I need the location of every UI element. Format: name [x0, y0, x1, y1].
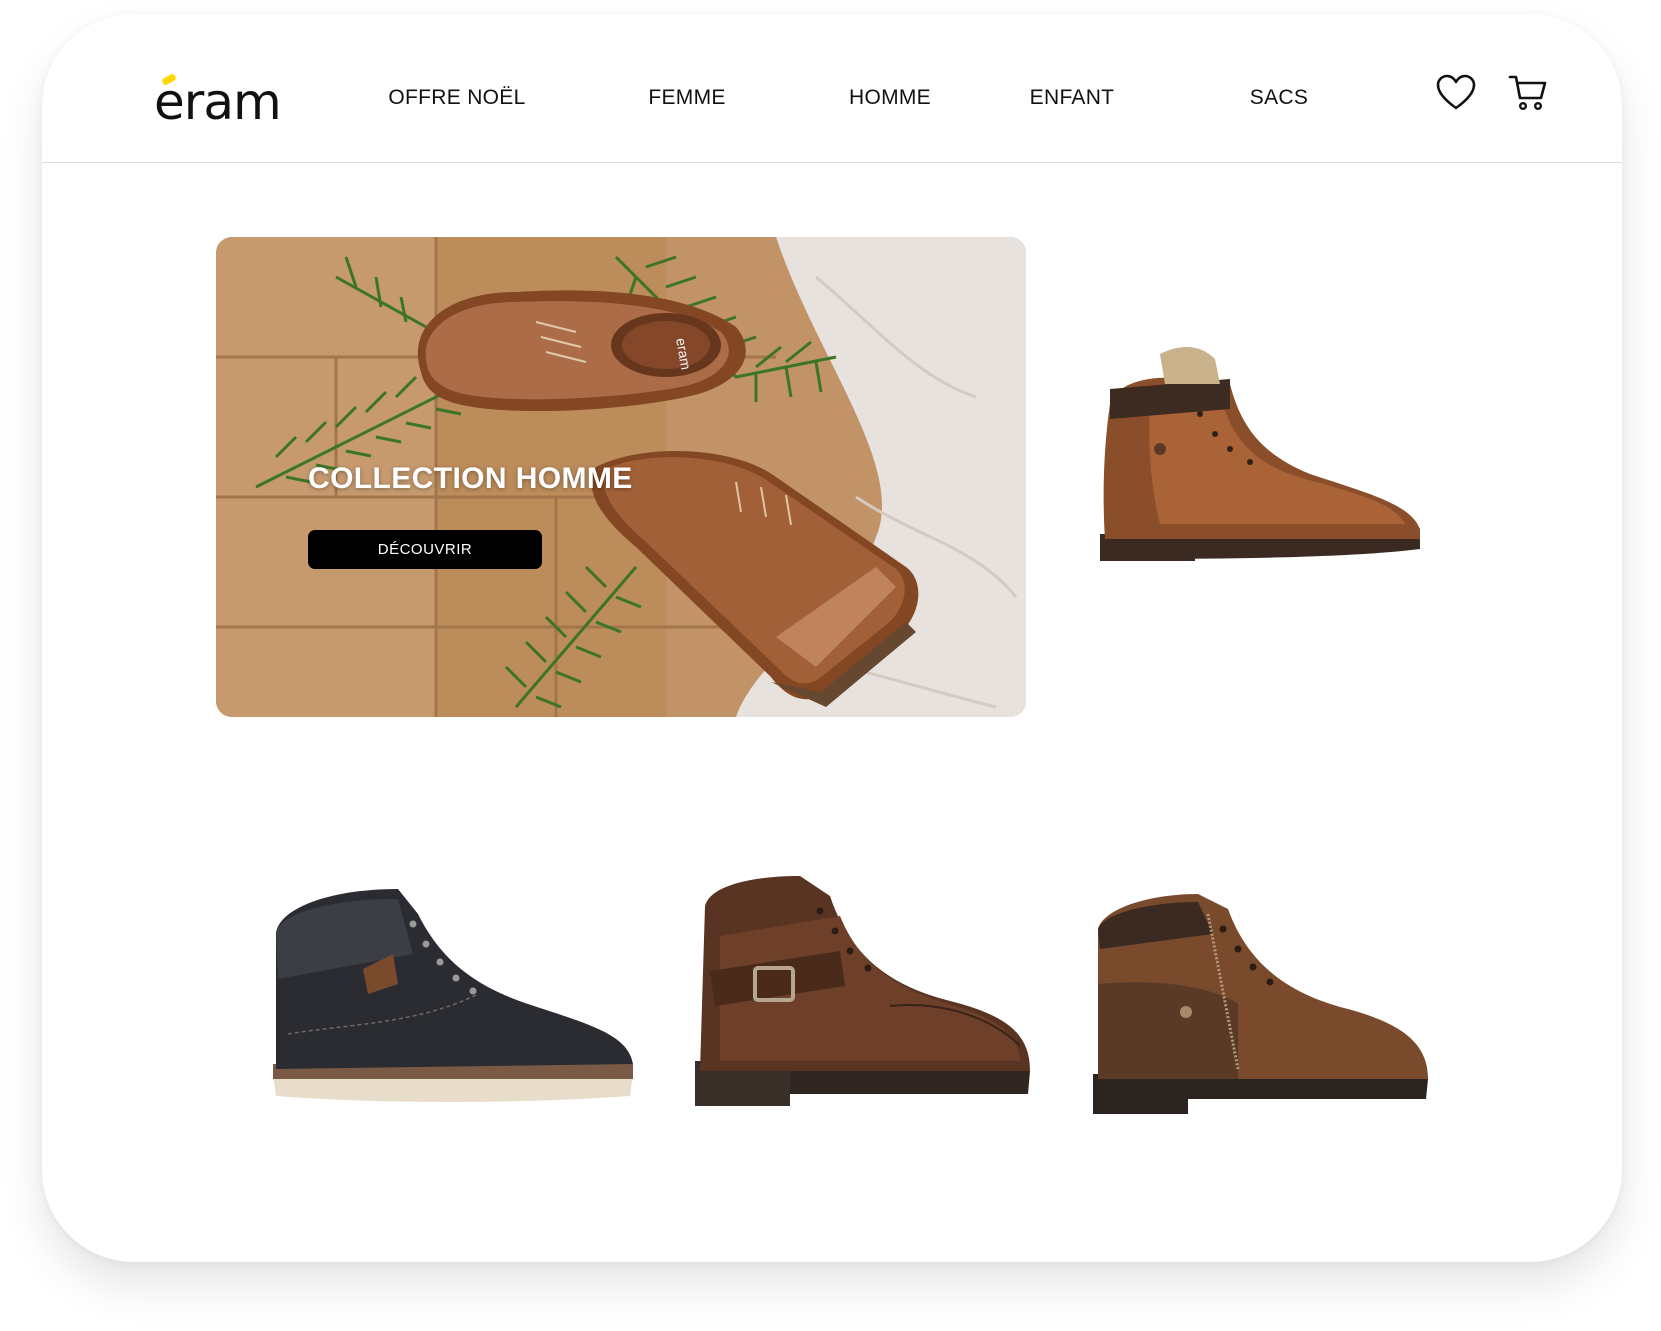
nav-item-femme[interactable]: FEMME: [648, 86, 725, 110]
logo-text: eram: [154, 73, 282, 131]
nav-item-enfant[interactable]: ENFANT: [1030, 86, 1115, 110]
nav-item-homme[interactable]: HOMME: [849, 86, 931, 110]
cart-icon[interactable]: [1508, 72, 1548, 112]
page-frame: eram OFFRE NOËL FEMME HOMME ENFANT SACS: [42, 14, 1622, 1262]
product-brown-zip-boot[interactable]: [1088, 894, 1433, 1124]
discover-button[interactable]: DÉCOUVRIR: [308, 530, 542, 569]
hero-title: COLLECTION HOMME: [308, 462, 633, 495]
nav-item-offre-noel[interactable]: OFFRE NOËL: [388, 86, 525, 110]
heart-icon[interactable]: [1436, 74, 1476, 112]
site-header: eram OFFRE NOËL FEMME HOMME ENFANT SACS: [42, 14, 1622, 163]
product-black-sneaker-boot[interactable]: [268, 884, 638, 1114]
product-brown-buckle-boot[interactable]: [690, 876, 1040, 1116]
hero-banner[interactable]: eram COLLECTION HO: [216, 237, 1026, 717]
nav-item-sacs[interactable]: SACS: [1250, 86, 1308, 110]
product-brown-leather-boot[interactable]: [1090, 344, 1430, 594]
brand-logo[interactable]: eram: [154, 72, 304, 132]
